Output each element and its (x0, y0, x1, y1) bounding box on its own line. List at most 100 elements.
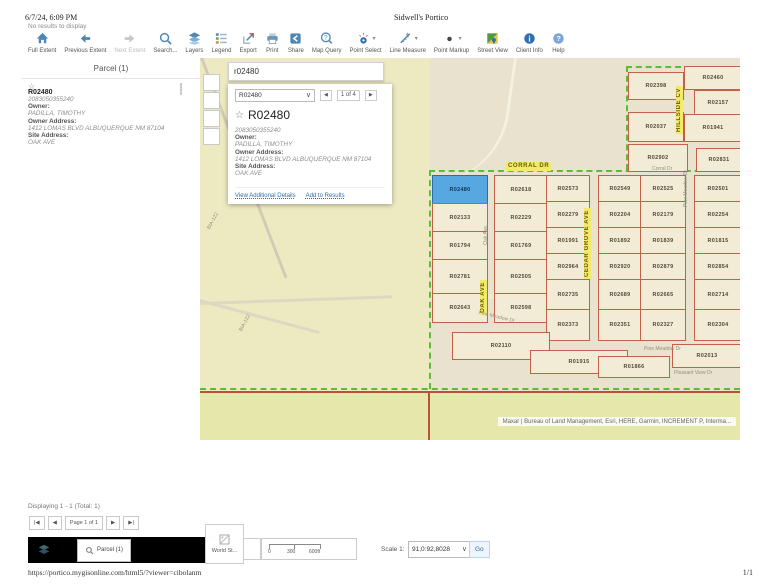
help-icon: ? (551, 30, 566, 46)
map-parcel[interactable]: R02373 (546, 309, 590, 341)
pager-next-button[interactable]: ▶ (106, 516, 120, 530)
toolbar-item-full-extent[interactable]: Full Extent (28, 30, 56, 54)
toolbar-item-next-extent: Next Extent (114, 30, 145, 54)
view-additional-details-link[interactable]: View Additional Details (235, 193, 296, 199)
results-count-text: Displaying 1 - 1 (Total: 1) (28, 503, 100, 510)
map-parcel[interactable]: R02689 (598, 279, 642, 311)
tab-parcel-label: Parcel (1) (97, 547, 123, 553)
panel-scrollbar[interactable] (180, 83, 182, 95)
map-parcel[interactable]: R02549 (598, 175, 642, 203)
map-parcel[interactable]: R01839 (640, 227, 686, 255)
toolbar-item-export[interactable]: Export (239, 30, 256, 54)
map-parcel[interactable]: R01892 (598, 227, 642, 255)
toolbar-item-map-query[interactable]: ? Map Query (312, 30, 342, 54)
scale-input[interactable]: 91,0:92,8028 ∨ (408, 541, 471, 558)
map-parcel[interactable]: R02831 (696, 148, 740, 172)
subdivision-boundary-left (429, 170, 431, 389)
map-parcel[interactable]: R02854 (694, 253, 740, 281)
map-parcel[interactable]: R01769 (494, 231, 548, 261)
map-parcel[interactable]: R02179 (640, 201, 686, 229)
svg-text:?: ? (556, 34, 561, 43)
map-parcel[interactable]: R02879 (640, 253, 686, 281)
map-zoom-out-button[interactable] (203, 92, 220, 109)
map-parcel[interactable]: R02133 (432, 203, 488, 233)
toolbar-item-street-view[interactable]: Street View (477, 30, 508, 54)
map-home-button[interactable] (203, 110, 220, 127)
print-datetime: 6/7/24, 6:09 PM (25, 13, 77, 22)
popup-next-button[interactable]: ▶ (365, 90, 377, 101)
map-parcel[interactable]: R02254 (694, 201, 740, 229)
scale-tick-0: 0 (268, 549, 271, 555)
map-parcel[interactable]: R02525 (640, 175, 686, 203)
svg-text:?: ? (324, 34, 328, 41)
map-parcel[interactable]: R02327 (640, 309, 686, 341)
toolbar-item-line-measure[interactable]: ▾Line Measure (390, 30, 426, 54)
chevron-down-icon: ▾ (415, 35, 418, 42)
map-parcel[interactable]: R01941 (684, 114, 740, 142)
popup-favorite-star-icon[interactable]: ☆ (235, 110, 244, 121)
overview-map-button[interactable] (243, 538, 261, 560)
owner-address-value: 1412 LOMAS BLVD ALBUQUERQUE NM 87104 (28, 125, 192, 132)
add-to-results-link[interactable]: Add to Results (306, 193, 345, 199)
status-text: No results to display (28, 23, 87, 30)
popup-dropdown-value: R02480 (239, 92, 262, 99)
map-parcel[interactable]: R02505 (494, 259, 548, 295)
map-parcel[interactable]: R02573 (546, 175, 590, 203)
results-pager: |◀ ◀ Page 1 of 1 ▶ ▶| (29, 516, 139, 530)
map-parcel[interactable]: R02304 (694, 309, 740, 341)
toolbar: Full Extent Previous Extent Next Extent Sea… (28, 30, 566, 54)
popup-result-dropdown[interactable]: R02480 ∨ (235, 89, 315, 102)
toolbar-item-client-info[interactable]: iClient Info (516, 30, 543, 54)
owner-address-label: Owner Address: (28, 118, 192, 125)
toolbar-item-point-markup[interactable]: ▾Point Markup (434, 30, 469, 54)
pager-prev-button[interactable]: ◀ (48, 516, 62, 530)
result-list-item[interactable]: ☆ R02480 2083050355240 Owner: PADILLA, T… (22, 79, 200, 146)
toolbar-item-point-select[interactable]: ▾Point Select (350, 30, 382, 54)
toolbar-item-layers[interactable]: Layers (185, 30, 203, 54)
map-parcel-selected[interactable]: R02480 (432, 175, 488, 205)
map-parcel[interactable]: R02460 (684, 66, 740, 90)
site-address-value: OAK AVE (28, 139, 192, 146)
map-search-input[interactable]: r02480 (228, 62, 384, 81)
map-parcel[interactable]: R02618 (494, 175, 548, 205)
tab-parcel-results[interactable]: Parcel (1) (77, 539, 131, 562)
parcel-id: R02480 (28, 89, 192, 96)
pager-last-button[interactable]: ▶| (123, 516, 139, 530)
broken-image-icon (219, 534, 230, 545)
map-parcel[interactable]: R02714 (694, 279, 740, 311)
toolbar-item-share[interactable]: Share (288, 30, 304, 54)
pager-page-label: Page 1 of 1 (65, 516, 103, 530)
map-parcel[interactable]: R02501 (694, 175, 740, 203)
toolbar-item-previous-extent[interactable]: Previous Extent (64, 30, 106, 54)
street-label: Pine Meadow Dr (644, 346, 681, 352)
map-zoom-in-button[interactable] (203, 74, 220, 91)
map-parcel[interactable]: R01866 (598, 356, 670, 378)
map-parcel[interactable]: R02735 (546, 279, 590, 311)
map-canvas[interactable]: R02480R02133R01794R02781R02643R02618R022… (200, 58, 740, 440)
page-title: Sidwell's Portico (394, 13, 448, 22)
go-button[interactable]: Go (469, 541, 490, 558)
tab-layers[interactable] (37, 543, 51, 557)
subdivision-boundary-bottom (200, 388, 740, 390)
toolbar-item-label: Map Query (312, 48, 342, 54)
toolbar-item-search[interactable]: Search... (153, 30, 177, 54)
map-parcel[interactable]: R02665 (640, 279, 686, 311)
pager-first-button[interactable]: |◀ (29, 516, 45, 530)
map-parcel[interactable]: R02204 (598, 201, 642, 229)
toolbar-item-legend[interactable]: Legend (211, 30, 231, 54)
chevron-down-icon: ▾ (373, 35, 376, 42)
map-parcel[interactable]: R02351 (598, 309, 642, 341)
toolbar-item-print[interactable]: Print (265, 30, 280, 54)
map-parcel[interactable]: R02013 (672, 344, 740, 368)
map-parcel[interactable]: R01815 (694, 227, 740, 255)
map-parcel[interactable]: R02920 (598, 253, 642, 281)
road-boundary-red-vertical (428, 393, 430, 440)
map-parcel[interactable]: R02157 (694, 90, 740, 116)
layers-icon (187, 30, 202, 46)
map-parcel[interactable]: R02229 (494, 203, 548, 233)
toolbar-item-help[interactable]: ?Help (551, 30, 566, 54)
map-parcel[interactable]: R01794 (432, 231, 488, 261)
map-locate-button[interactable] (203, 128, 220, 145)
popup-prev-button[interactable]: ◀ (320, 90, 332, 101)
basemap-world-street[interactable]: World St... (205, 524, 244, 564)
